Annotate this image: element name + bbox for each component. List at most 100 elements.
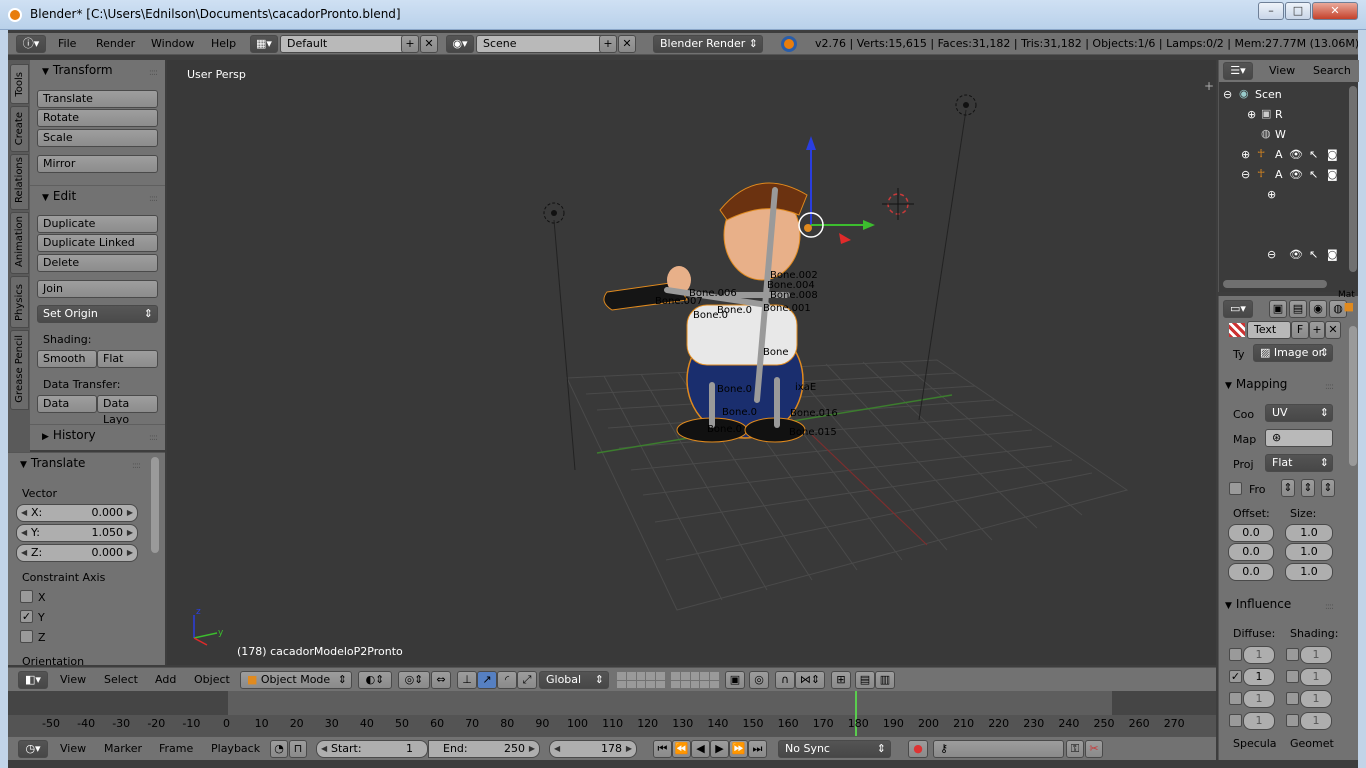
collapse-icon[interactable]: ⊖ <box>1241 168 1250 181</box>
duplicate-linked-button[interactable]: Duplicate Linked <box>37 234 158 252</box>
outliner-scrollbar[interactable] <box>1349 86 1357 272</box>
history-panel-header[interactable]: ▶ History:::: <box>30 424 165 444</box>
render-layers-context-icon[interactable]: ▤ <box>1289 300 1307 318</box>
menu-file[interactable]: File <box>58 37 76 50</box>
pivot-point-select[interactable]: ◎⇕ <box>398 671 430 689</box>
edit-panel-header[interactable]: ▼ Edit:::: <box>30 185 165 205</box>
transform-orientation-select[interactable]: Global ⇕ <box>539 671 609 689</box>
shading-mirror-field[interactable]: 1 <box>1300 690 1332 708</box>
gizmo-y-arrowhead[interactable] <box>863 220 875 230</box>
diffuse-color-checkbox[interactable]: ✓ <box>1229 670 1242 683</box>
snap-target-button[interactable]: ⊞ <box>831 671 851 689</box>
texture-name-field[interactable]: Text <box>1247 321 1291 339</box>
auto-keying-button[interactable]: ● <box>908 740 928 758</box>
influence-panel-header[interactable]: ▼ Influence:::: <box>1219 594 1341 614</box>
tab-grease-pencil[interactable]: Grease Pencil <box>10 330 29 410</box>
outliner-item-armature-1[interactable]: A <box>1275 148 1283 161</box>
grip-icon[interactable]: :::: <box>149 63 158 83</box>
diffuse-intensity-field[interactable]: 1 <box>1243 646 1275 664</box>
grip-icon[interactable]: :::: <box>1325 377 1334 397</box>
viewport-scene[interactable]: Bone.002 Bone.004 Bone.008 Bone.001 Bone… <box>167 60 1216 665</box>
layer-buttons-1[interactable] <box>617 672 665 688</box>
arrow-left-icon[interactable]: ◀ <box>321 741 327 757</box>
join-button[interactable]: Join <box>37 280 158 298</box>
visibility-eye-icon[interactable]: 👁 <box>1289 168 1303 181</box>
grip-icon[interactable]: :::: <box>1325 597 1334 617</box>
data-transfer-button[interactable]: Data <box>37 395 97 413</box>
lock-time-button[interactable]: ⊓ <box>289 740 307 758</box>
transform-panel-header[interactable]: ▼ Transform:::: <box>30 60 165 80</box>
scene-field[interactable]: Scene <box>476 35 604 53</box>
menu-marker[interactable]: Marker <box>104 742 142 755</box>
fake-user-button[interactable]: F <box>1291 321 1309 339</box>
diffuse-translucency-field[interactable]: 1 <box>1243 712 1275 730</box>
unlink-texture-icon[interactable]: ✕ <box>1325 321 1341 339</box>
menu-render[interactable]: Render <box>96 37 135 50</box>
shading-ray-mirror-checkbox[interactable] <box>1286 714 1299 727</box>
size-z-field[interactable]: 1.0 <box>1285 563 1333 581</box>
grip-icon[interactable]: :::: <box>132 456 141 476</box>
viewport-shading-select[interactable]: ◐⇕ <box>358 671 392 689</box>
jump-end-button[interactable]: ⏭ <box>748 740 767 758</box>
size-x-field[interactable]: 1.0 <box>1285 524 1333 542</box>
select-arrow-icon[interactable]: ↖ <box>1309 148 1318 161</box>
delete-button[interactable]: Delete <box>37 254 158 272</box>
tab-relations[interactable]: Relations <box>10 154 29 210</box>
menu-add[interactable]: Add <box>155 673 176 686</box>
expand-icon[interactable]: ⊕ <box>1241 148 1250 161</box>
translate-button[interactable]: Translate <box>37 90 158 108</box>
arrow-right-icon[interactable]: ▶ <box>529 741 535 757</box>
outliner-menu-search[interactable]: Search <box>1313 64 1351 77</box>
set-origin-select[interactable]: Set Origin ⇕ <box>37 305 158 323</box>
shading-emit-checkbox[interactable] <box>1286 670 1299 683</box>
offset-x-field[interactable]: 0.0 <box>1228 524 1274 542</box>
screen-layout-icon[interactable]: ▦▾ <box>250 35 278 53</box>
select-arrow-icon[interactable]: ↖ <box>1309 168 1318 181</box>
outliner-item-world[interactable]: W <box>1275 128 1286 141</box>
start-frame-field[interactable]: ◀ Start: 1 <box>316 740 428 758</box>
scene-context-icon[interactable]: ◉ <box>1309 300 1327 318</box>
menu-frame[interactable]: Frame <box>159 742 193 755</box>
opengl-render-button[interactable]: ▤ <box>855 671 875 689</box>
menu-object[interactable]: Object <box>194 673 230 686</box>
collapse-icon[interactable]: ⊖ <box>1223 88 1232 101</box>
visibility-eye-icon[interactable]: 👁 <box>1289 148 1303 161</box>
shading-ambient-checkbox[interactable] <box>1286 648 1299 661</box>
diffuse-alpha-field[interactable]: 1 <box>1243 690 1275 708</box>
play-reverse-button[interactable]: ◀ <box>691 740 710 758</box>
select-arrow-icon[interactable]: ↖ <box>1309 248 1318 261</box>
manipulate-center-button[interactable]: ⇔ <box>431 671 451 689</box>
editor-type-3d-button[interactable]: ◧▾ <box>18 671 48 689</box>
vector-x-field[interactable]: ◀ X: 0.000 ▶ <box>16 504 138 522</box>
add-layout-icon[interactable]: + <box>401 35 419 53</box>
scale-button[interactable]: Scale <box>37 129 158 147</box>
operator-scrollbar[interactable] <box>151 457 159 553</box>
mirror-button[interactable]: Mirror <box>37 155 158 173</box>
menu-playback[interactable]: Playback <box>211 742 260 755</box>
snap-toggle-button[interactable]: ∩ <box>775 671 795 689</box>
end-frame-field[interactable]: End: 250 ▶ <box>428 740 540 758</box>
remove-scene-icon[interactable]: ✕ <box>618 35 636 53</box>
translate-manipulator-button[interactable]: ↗ <box>477 671 497 689</box>
diffuse-alpha-checkbox[interactable] <box>1229 692 1242 705</box>
diffuse-translucency-checkbox[interactable] <box>1229 714 1242 727</box>
keying-set-field[interactable]: ⚷ <box>933 740 1064 758</box>
shading-ray-mirror-field[interactable]: 1 <box>1300 712 1332 730</box>
from-dupli-checkbox[interactable] <box>1229 482 1242 495</box>
arrow-right-icon[interactable]: ▶ <box>127 505 133 521</box>
smooth-button[interactable]: Smooth <box>37 350 97 368</box>
outliner-item-scene[interactable]: Scen <box>1255 88 1282 101</box>
uv-map-field[interactable]: ⊛ <box>1265 429 1333 447</box>
proportional-edit-button[interactable]: ◎ <box>749 671 769 689</box>
interaction-mode-select[interactable]: ■ Object Mode ⇕ <box>240 671 352 689</box>
play-button[interactable]: ▶ <box>710 740 729 758</box>
texture-type-select[interactable]: ▨ Image or ⇕ <box>1253 344 1333 362</box>
size-y-field[interactable]: 1.0 <box>1285 543 1333 561</box>
arrow-right-icon[interactable]: ▶ <box>626 741 632 757</box>
render-camera-icon[interactable]: ◙ <box>1327 248 1338 261</box>
duplicate-button[interactable]: Duplicate <box>37 215 158 233</box>
editor-type-timeline-button[interactable]: ◷▾ <box>18 740 48 758</box>
tab-tools[interactable]: Tools <box>10 64 29 104</box>
minimize-button[interactable]: – <box>1258 2 1284 20</box>
remove-layout-icon[interactable]: ✕ <box>420 35 438 53</box>
